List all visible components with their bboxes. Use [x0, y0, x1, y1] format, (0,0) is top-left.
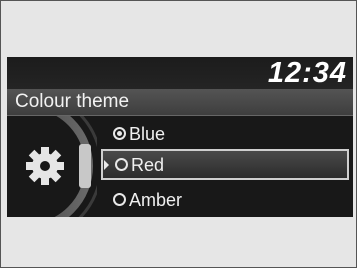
status-bar: 12:34 — [7, 57, 353, 89]
option-label: Blue — [129, 123, 166, 144]
cursor-arrow-icon — [104, 160, 109, 170]
settings-icon-panel — [7, 116, 97, 217]
option-blue[interactable]: Blue — [95, 118, 353, 149]
option-label: Amber — [129, 189, 183, 210]
title-bar: Colour theme — [7, 89, 353, 116]
clock: 12:34 — [267, 57, 347, 89]
radio-unchecked-icon — [115, 158, 128, 171]
radio-unchecked-icon — [113, 193, 126, 206]
display-screen: 12:34 Colour theme Blue Red Amber — [7, 57, 353, 217]
menu-content: Blue Red Amber — [7, 116, 353, 217]
option-amber[interactable]: Amber — [95, 184, 353, 215]
option-red[interactable]: Red — [101, 149, 349, 180]
dial-graphic — [26, 116, 97, 217]
page-title: Colour theme — [15, 91, 130, 112]
radio-checked-icon — [113, 127, 126, 140]
gear-icon — [26, 147, 64, 185]
figure-frame: 12:34 Colour theme Blue Red Amber — [0, 0, 357, 268]
theme-options: Blue Red Amber — [95, 116, 353, 217]
option-label: Red — [131, 154, 165, 175]
